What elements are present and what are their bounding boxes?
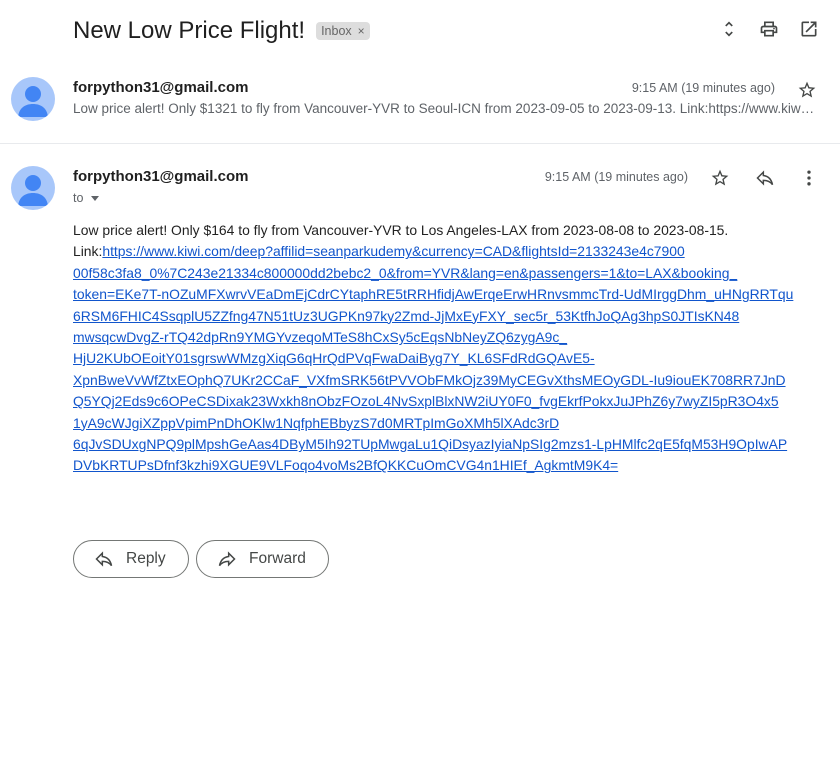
message-1-sender[interactable]: forpython31@gmail.com (73, 79, 248, 96)
booking-link-line[interactable]: 1yA9cWJgiXZppVpimPnDhOKlw1NqfphEBbyzS7d0… (73, 415, 559, 431)
subject-row: New Low Price Flight! Inbox × (73, 14, 370, 48)
message-divider (0, 143, 840, 144)
booking-link-line[interactable]: HjU2KUbOEoitY01sgrswWMzgXiqG6qHrQdPVqFwa… (73, 350, 595, 366)
star-icon[interactable] (796, 79, 818, 101)
thread-actions (718, 18, 820, 40)
message-1-time: 9:15 AM (19 minutes ago) (631, 81, 775, 95)
booking-link-line[interactable]: 6RSM6FHIC4SsqplU5ZZfng47N51tUz3UGPKn97ky… (73, 308, 739, 324)
to-label: to (73, 191, 84, 205)
reply-icon (95, 551, 113, 567)
booking-link-line[interactable]: token=EKe7T-nOZuMFXwrvVEaDmEjCdrCYtaphRE… (73, 286, 793, 302)
sender-avatar (11, 77, 55, 121)
message-2-time: 9:15 AM (19 minutes ago) (544, 170, 688, 184)
inbox-label-chip[interactable]: Inbox × (316, 22, 370, 40)
show-details-caret-icon[interactable] (91, 196, 100, 201)
link-prefix: Link: (73, 243, 103, 260)
body-text: Low price alert! Only $164 to fly from V… (73, 222, 729, 238)
sender-avatar (11, 166, 55, 210)
booking-link-line[interactable]: DVbKRTUPsDfnf3kzhi9XGUE9VLFoqo4voMs2BfQK… (73, 457, 618, 473)
forward-label: Forward (249, 550, 306, 567)
booking-link-line[interactable]: 6qJvSDUxgNPQ9plMpshGeAas4DByM5Ih92TUpMwg… (73, 436, 787, 452)
print-icon[interactable] (758, 18, 780, 40)
booking-link-line[interactable]: https://www.kiwi.com/deep?affilid=seanpa… (102, 243, 684, 259)
expand-collapse-icon[interactable] (718, 18, 740, 40)
reply-button[interactable]: Reply (73, 540, 189, 578)
booking-link-line[interactable]: Q5YQj2Eds9c6OPeCSDixak23Wxkh8nObzFOzoL4N… (73, 393, 779, 409)
message-1-snippet[interactable]: Low price alert! Only $1321 to fly from … (73, 101, 815, 116)
remove-label-icon[interactable]: × (358, 24, 365, 38)
email-subject: New Low Price Flight! (73, 17, 306, 44)
forward-icon (218, 551, 236, 567)
label-text: Inbox (321, 24, 352, 38)
open-in-new-window-icon[interactable] (798, 18, 820, 40)
reply-icon[interactable] (754, 167, 776, 189)
star-icon[interactable] (709, 167, 731, 189)
forward-button[interactable]: Forward (196, 540, 329, 578)
message-body: Low price alert! Only $164 to fly from V… (73, 220, 818, 477)
recipient-line: to (73, 191, 100, 205)
reply-label: Reply (126, 550, 166, 567)
booking-link-line[interactable]: mwsqcwDvgZ-rTQ42dpRn9YMGYvzeqoMTeS8hCxSy… (73, 329, 567, 345)
message-2-sender[interactable]: forpython31@gmail.com (73, 168, 248, 185)
more-vert-icon[interactable] (798, 167, 820, 189)
link-block: Link:https://www.kiwi.com/deep?affilid=s… (73, 241, 818, 476)
booking-link-line[interactable]: XpnBweVvWfZtxEOphQ7UKr2CCaF_VXfmSRK56tPV… (73, 372, 786, 388)
booking-link-line[interactable]: 00f58c3fa8_0%7C243e21334c800000dd2bebc2_… (73, 265, 737, 281)
